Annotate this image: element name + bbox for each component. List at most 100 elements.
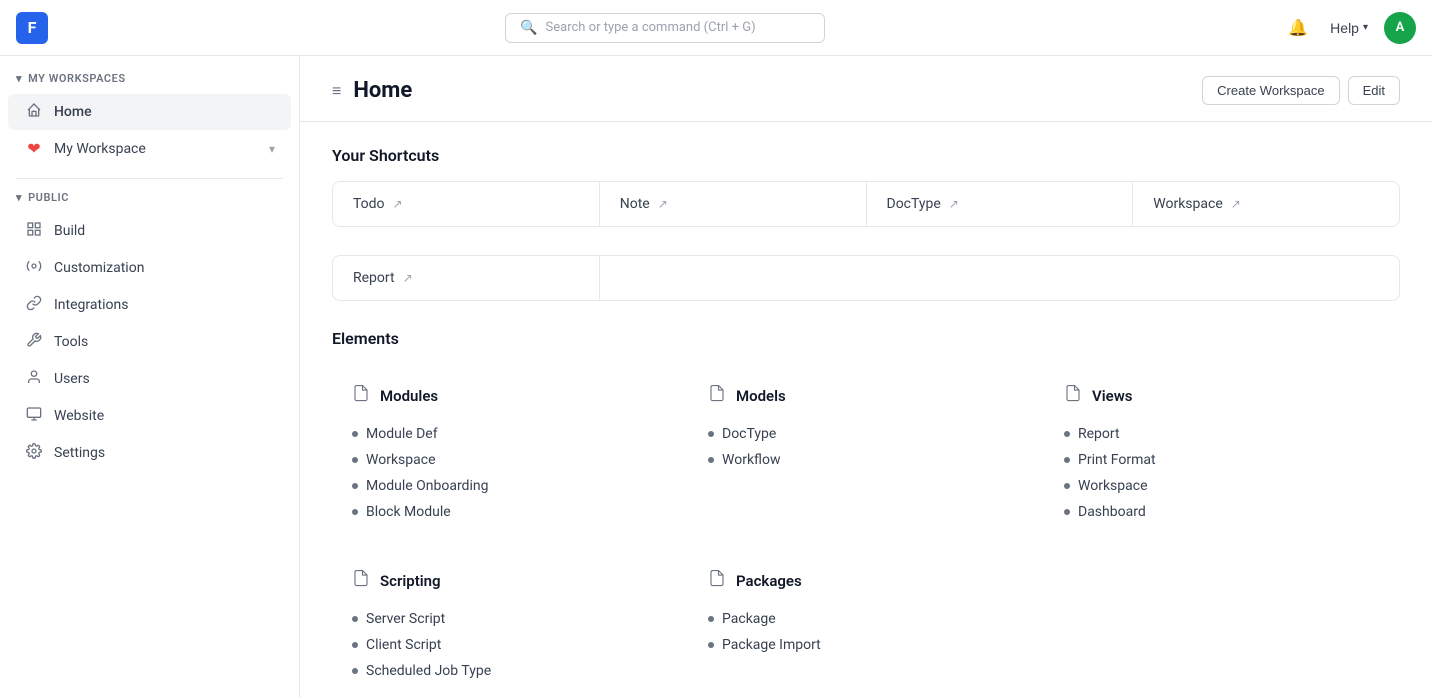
my-workspaces-section[interactable]: ▾ MY WORKSPACES	[0, 72, 299, 93]
elements-grid: Modules Module Def Workspace Module Onbo…	[332, 364, 1400, 698]
list-item[interactable]: Module Onboarding	[352, 473, 668, 499]
bullet	[1064, 483, 1070, 489]
notifications-button[interactable]: 🔔	[1282, 12, 1314, 44]
sidebar-divider	[16, 178, 283, 179]
page-title: Home	[353, 78, 412, 103]
bullet	[1064, 509, 1070, 515]
bullet	[1064, 431, 1070, 437]
bullet	[352, 509, 358, 515]
navbar-right: 🔔 Help ▾ A	[1282, 12, 1416, 44]
list-item[interactable]: Client Script	[352, 632, 668, 658]
list-item[interactable]: Report	[1064, 421, 1380, 447]
expand-my-workspace-icon[interactable]: ▾	[269, 142, 291, 156]
list-item[interactable]: Server Script	[352, 606, 668, 632]
bullet	[708, 616, 714, 622]
sidebar-item-my-workspace-label: My Workspace	[54, 141, 146, 157]
app-logo[interactable]: F	[16, 12, 48, 44]
element-card-views-title: Views	[1064, 384, 1380, 407]
bullet	[352, 483, 358, 489]
navbar-center: 🔍 Search or type a command (Ctrl + G)	[48, 13, 1282, 43]
list-item[interactable]: Module Def	[352, 421, 668, 447]
public-section[interactable]: ▾ PUBLIC	[0, 191, 299, 212]
sidebar-item-integrations-label: Integrations	[54, 297, 128, 313]
scripting-title-label: Scripting	[380, 572, 441, 590]
element-card-packages: Packages Package Package Import	[688, 549, 1044, 698]
bullet	[352, 616, 358, 622]
header-actions: Create Workspace Edit	[1202, 76, 1400, 105]
element-card-packages-title: Packages	[708, 569, 1024, 592]
list-item[interactable]: Dashboard	[1064, 499, 1380, 525]
sidebar-item-my-workspace-row: ❤ My Workspace ▾	[8, 131, 291, 166]
element-card-scripting: Scripting Server Script Client Script Sc…	[332, 549, 688, 698]
scripting-list: Server Script Client Script Scheduled Jo…	[352, 606, 668, 684]
shortcut-workspace[interactable]: Workspace ↗	[1133, 182, 1399, 226]
sidebar: ▾ MY WORKSPACES Home ❤ My Workspace ▾ ▾ …	[0, 56, 300, 698]
home-icon	[24, 102, 44, 122]
views-title-label: Views	[1092, 387, 1133, 405]
help-button[interactable]: Help ▾	[1330, 20, 1368, 36]
models-title-label: Models	[736, 387, 786, 405]
list-item[interactable]: Package Import	[708, 632, 1024, 658]
create-workspace-button[interactable]: Create Workspace	[1202, 76, 1339, 105]
sidebar-item-build-label: Build	[54, 223, 85, 239]
elements-title: Elements	[332, 329, 1400, 348]
customization-icon	[24, 258, 44, 278]
sidebar-item-tools[interactable]: Tools	[8, 324, 291, 360]
main-layout: ▾ MY WORKSPACES Home ❤ My Workspace ▾ ▾ …	[0, 56, 1432, 698]
bell-icon: 🔔	[1288, 18, 1308, 38]
sidebar-item-users[interactable]: Users	[8, 361, 291, 397]
integrations-icon	[24, 295, 44, 315]
shortcut-workspace-arrow: ↗	[1231, 197, 1241, 211]
edit-button[interactable]: Edit	[1348, 76, 1400, 105]
search-bar[interactable]: 🔍 Search or type a command (Ctrl + G)	[505, 13, 825, 43]
bullet	[352, 668, 358, 674]
sidebar-item-settings[interactable]: Settings	[8, 435, 291, 471]
modules-doc-icon	[352, 384, 370, 407]
list-item[interactable]: Package	[708, 606, 1024, 632]
website-icon	[24, 406, 44, 426]
sidebar-item-my-workspace[interactable]: ❤ My Workspace	[8, 131, 269, 166]
sidebar-item-build[interactable]: Build	[8, 213, 291, 249]
views-doc-icon	[1064, 384, 1082, 407]
shortcut-todo-label: Todo	[353, 196, 385, 212]
sidebar-item-home[interactable]: Home	[8, 94, 291, 130]
shortcut-note[interactable]: Note ↗	[600, 182, 867, 226]
sidebar-item-home-label: Home	[54, 104, 92, 120]
page-title-row: ≡ Home	[332, 78, 412, 103]
list-item[interactable]: Block Module	[352, 499, 668, 525]
settings-icon	[24, 443, 44, 463]
list-item[interactable]: Scheduled Job Type	[352, 658, 668, 684]
element-card-models-title: Models	[708, 384, 1024, 407]
shortcut-todo[interactable]: Todo ↗	[333, 182, 600, 226]
sidebar-item-customization-label: Customization	[54, 260, 144, 276]
bullet	[1064, 457, 1070, 463]
shortcut-doctype[interactable]: DocType ↗	[867, 182, 1134, 226]
bullet	[352, 457, 358, 463]
shortcut-report[interactable]: Report ↗	[333, 256, 600, 300]
sidebar-item-customization[interactable]: Customization	[8, 250, 291, 286]
shortcut-doctype-arrow: ↗	[949, 197, 959, 211]
sidebar-item-website-label: Website	[54, 408, 104, 424]
shortcut-note-label: Note	[620, 196, 650, 212]
packages-list: Package Package Import	[708, 606, 1024, 658]
packages-title-label: Packages	[736, 572, 802, 590]
shortcut-workspace-label: Workspace	[1153, 196, 1223, 212]
list-item[interactable]: DocType	[708, 421, 1024, 447]
element-card-models: Models DocType Workflow	[688, 364, 1044, 549]
content-body: Your Shortcuts Todo ↗ Note ↗ DocType	[300, 122, 1432, 698]
users-icon	[24, 369, 44, 389]
sidebar-item-tools-label: Tools	[54, 334, 88, 350]
bullet	[352, 431, 358, 437]
main-content: ≡ Home Create Workspace Edit Your Shortc…	[300, 56, 1432, 698]
list-item[interactable]: Print Format	[1064, 447, 1380, 473]
packages-doc-icon	[708, 569, 726, 592]
list-item[interactable]: Workflow	[708, 447, 1024, 473]
sidebar-item-integrations[interactable]: Integrations	[8, 287, 291, 323]
modules-list: Module Def Workspace Module Onboarding B…	[352, 421, 668, 525]
sidebar-item-website[interactable]: Website	[8, 398, 291, 434]
avatar[interactable]: A	[1384, 12, 1416, 44]
list-item[interactable]: Workspace	[352, 447, 668, 473]
hamburger-icon[interactable]: ≡	[332, 81, 341, 101]
bullet	[708, 431, 714, 437]
list-item[interactable]: Workspace	[1064, 473, 1380, 499]
